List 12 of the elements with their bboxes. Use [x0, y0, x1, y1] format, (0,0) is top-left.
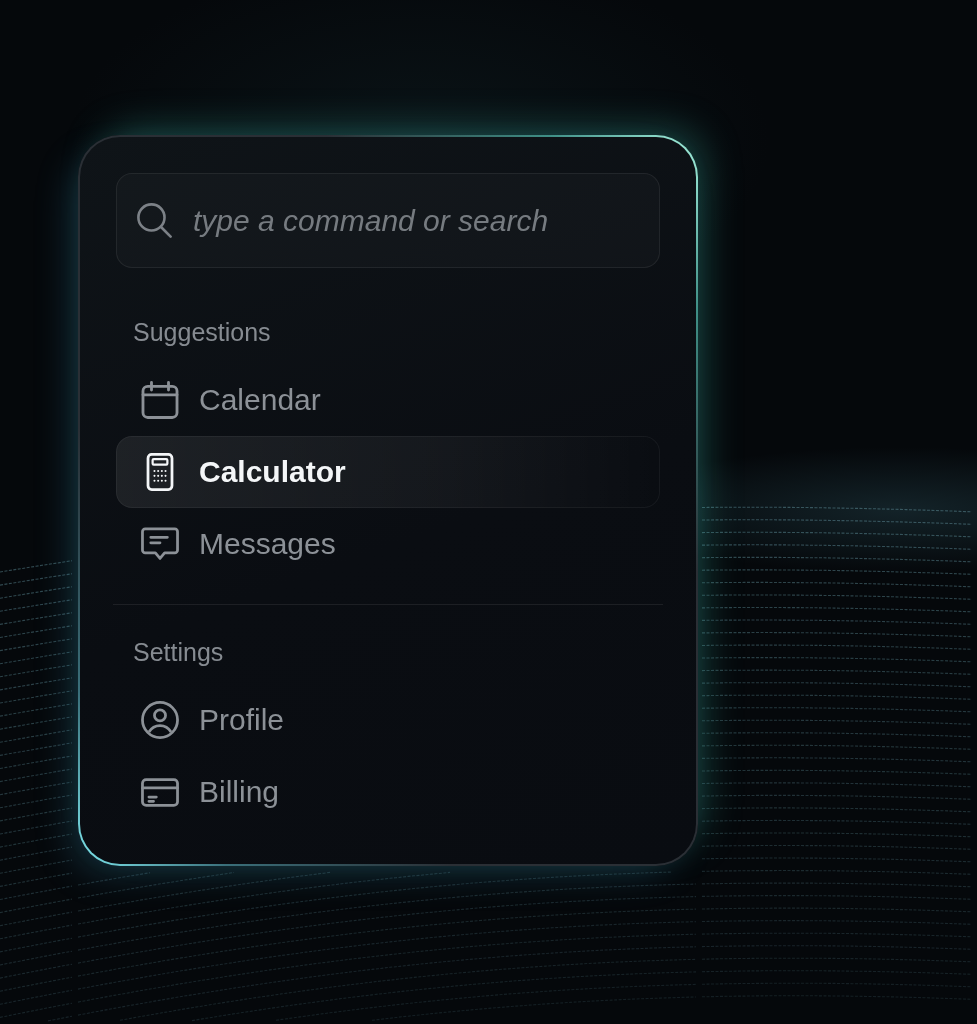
command-item[interactable]: Calendar: [116, 364, 660, 436]
command-item[interactable]: Calculator: [116, 436, 660, 508]
credit-card-icon: [141, 777, 179, 807]
command-item[interactable]: Messages: [116, 508, 660, 580]
section-heading: Suggestions: [133, 317, 271, 347]
user-icon: [141, 701, 179, 739]
command-item[interactable]: Profile: [116, 684, 660, 756]
command-item[interactable]: Billing: [116, 756, 660, 828]
search-icon: [137, 203, 172, 238]
calendar-icon: [141, 381, 179, 419]
section-heading: Settings: [133, 637, 224, 667]
chat-bubble-icon: [141, 525, 179, 563]
